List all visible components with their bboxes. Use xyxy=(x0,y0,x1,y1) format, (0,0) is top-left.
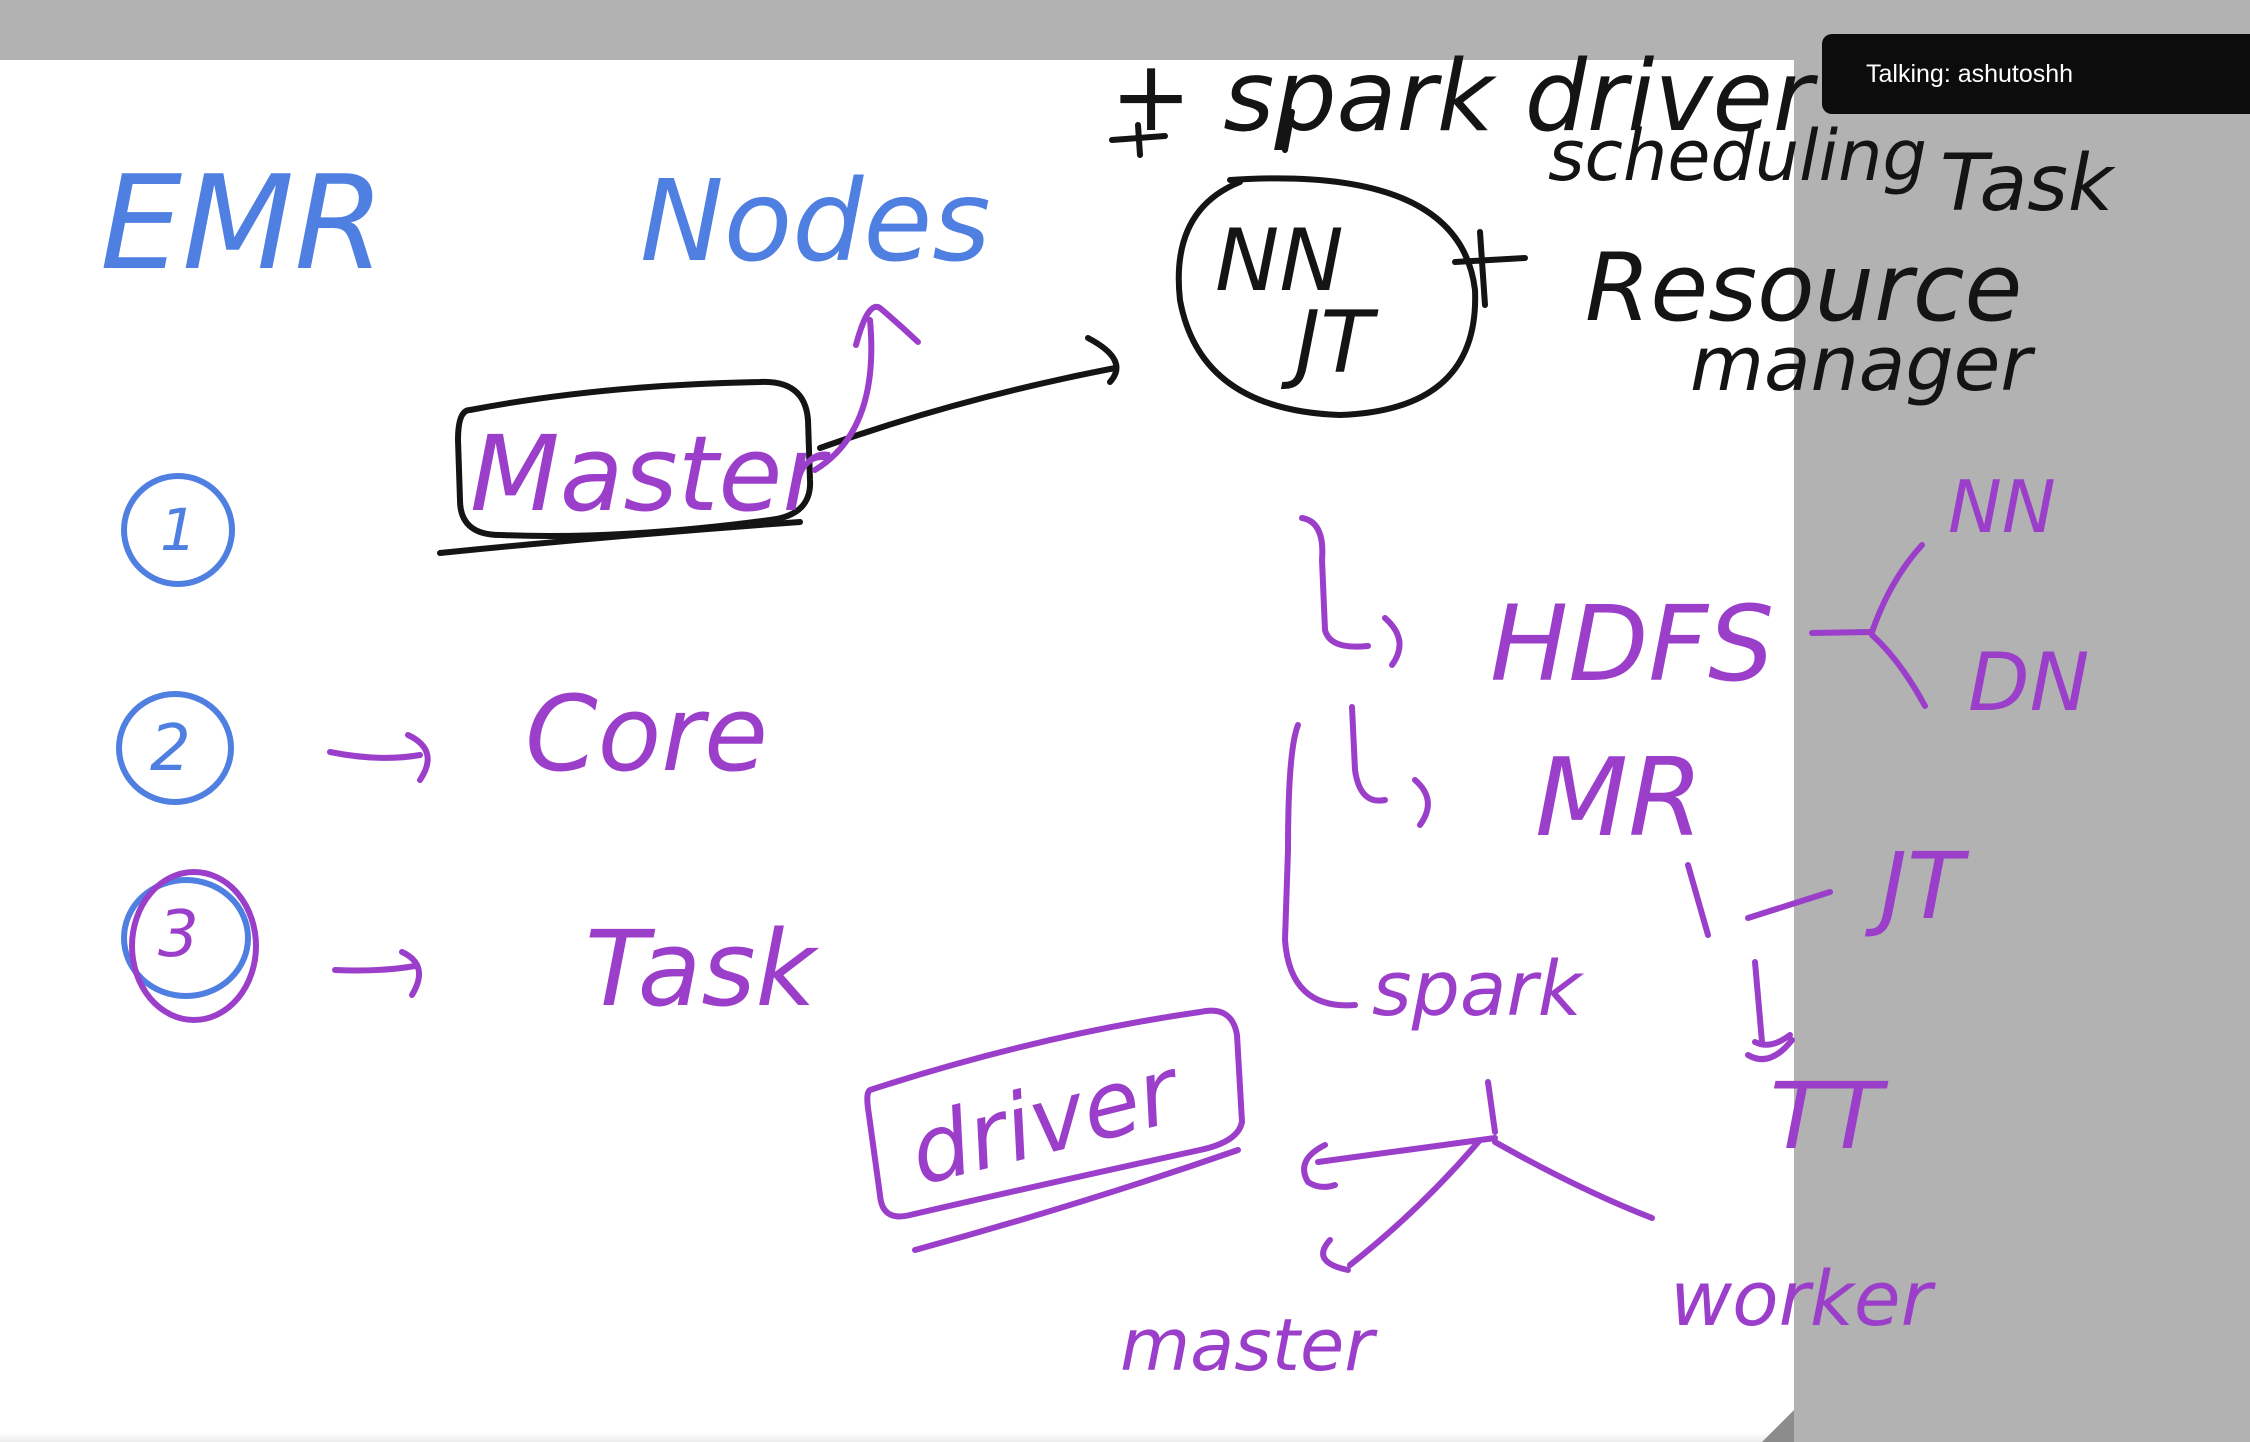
tree-hdfs-nn: NN xyxy=(1948,465,2056,549)
talking-label: Talking: xyxy=(1866,59,1951,88)
tree-hdfs-dn: DN xyxy=(1968,636,2089,729)
page-corner-fold xyxy=(1762,1410,1794,1442)
talking-speaker-name: ashutoshh xyxy=(1957,59,2074,88)
hdfs-branch xyxy=(1809,542,1928,709)
whiteboard-canvas[interactable] xyxy=(0,60,1794,1442)
canvas-bottom-edge xyxy=(0,1432,1794,1442)
talking-indicator: Talking: ashutoshh xyxy=(1822,34,2250,114)
tree-mr-jt: JT xyxy=(1864,833,1970,940)
note-task: Task xyxy=(1940,139,2116,229)
